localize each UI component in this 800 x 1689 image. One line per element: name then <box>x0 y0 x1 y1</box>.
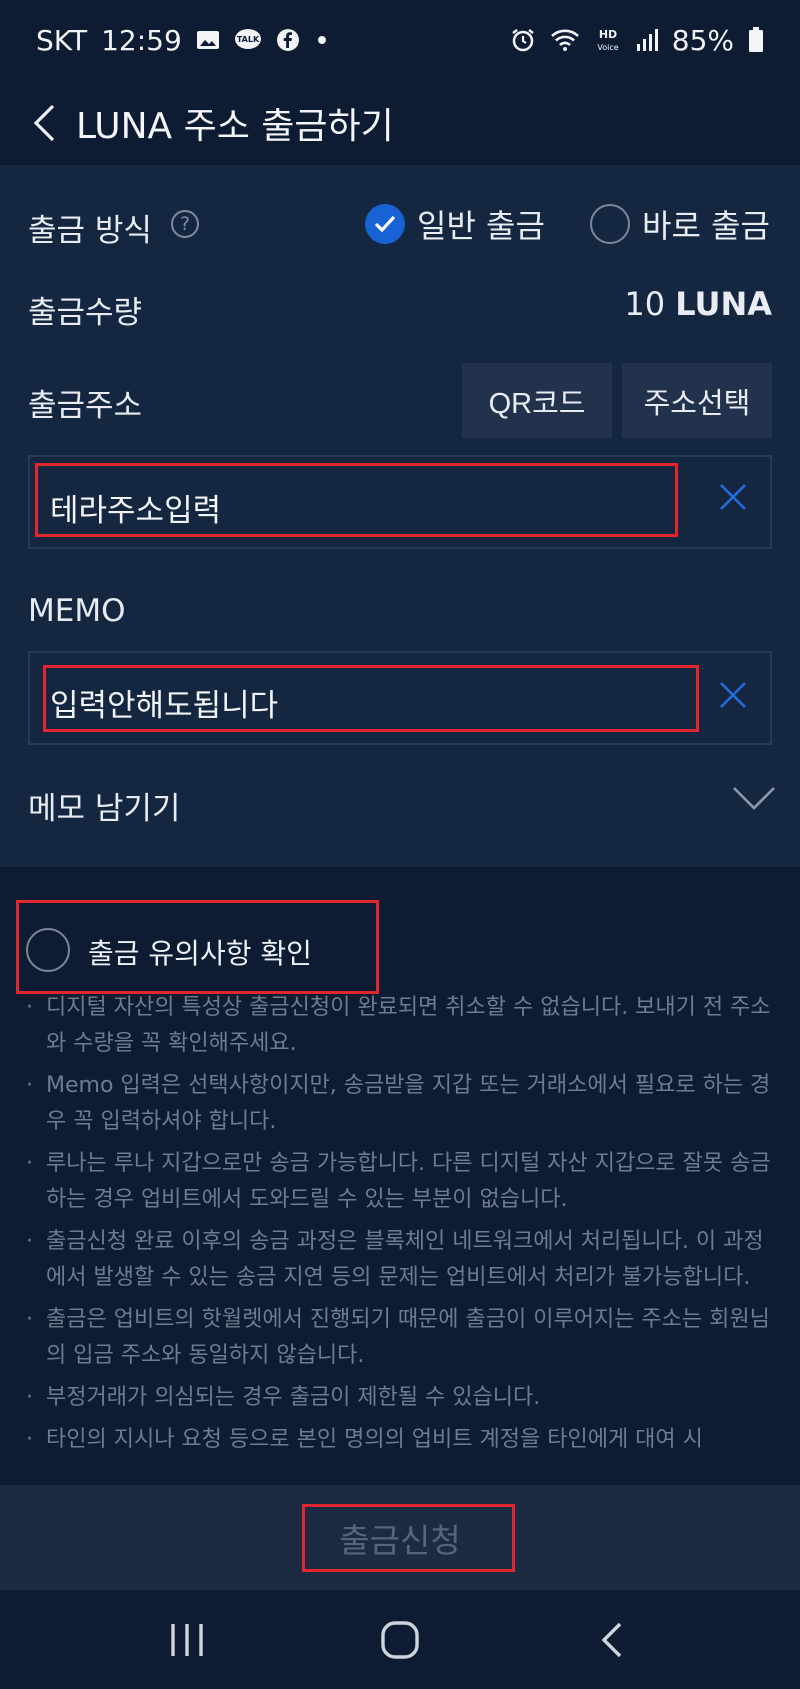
notice-item: 출금은 업비트의 핫월렛에서 진행되기 때문에 출금이 이루어지는 주소는 회원… <box>24 1302 776 1374</box>
back-icon <box>601 1622 622 1657</box>
clear-memo-icon[interactable] <box>718 680 758 720</box>
status-bar: SKT 12:59 TALK HD Voice 85% <box>0 0 800 80</box>
memo-label: MEMO <box>28 593 126 629</box>
chevron-left-icon <box>33 104 55 141</box>
radio-general-label: 일반 출금 <box>417 207 545 245</box>
radio-general-withdraw[interactable]: 일반 출금 <box>365 202 545 246</box>
page-header: LUNA 주소 출금하기 <box>0 80 800 165</box>
withdraw-method-label: 출금 방식 <box>28 213 152 249</box>
notice-item: Memo 입력은 선택사항이지만, 송금받을 지갑 또는 거래소에서 필요로 하… <box>24 1068 776 1140</box>
withdraw-amount-label: 출금수량 <box>28 295 143 331</box>
chevron-down-icon[interactable] <box>732 785 776 815</box>
confirm-notice-radio[interactable] <box>26 928 70 972</box>
qr-code-button[interactable]: QR코드 <box>462 363 612 438</box>
notice-item: 출금신청 완료 이후의 송금 과정은 블록체인 네트워크에서 처리됩니다. 이 … <box>24 1224 776 1296</box>
confirm-notice-label: 출금 유의사항 확인 <box>88 937 312 970</box>
address-input-value: 테라주소입력 <box>50 493 222 529</box>
amount-number: 10 <box>624 285 666 323</box>
carrier-label: SKT <box>36 23 88 57</box>
submit-bar: 출금신청 <box>0 1485 800 1590</box>
dot-icon <box>314 32 330 48</box>
withdraw-address-label: 출금주소 <box>28 388 143 424</box>
wifi-icon <box>550 28 580 52</box>
system-back-button[interactable] <box>573 1605 653 1675</box>
radio-instant-label: 바로 출금 <box>642 207 770 245</box>
recent-apps-button[interactable] <box>147 1605 227 1675</box>
recent-apps-icon <box>170 1623 203 1656</box>
radio-checked-icon <box>365 204 405 244</box>
notice-item: 부정거래가 의심되는 경우 출금이 제한될 수 있습니다. <box>24 1380 776 1416</box>
notice-item: 디지털 자산의 특성상 출금신청이 완료되면 취소할 수 없습니다. 보내기 전… <box>24 990 776 1062</box>
battery-icon <box>748 27 764 53</box>
select-address-button[interactable]: 주소선택 <box>622 363 772 438</box>
notice-item: 루나는 루나 지갑으로만 송금 가능합니다. 다른 디지털 자산 지갑으로 잘못… <box>24 1146 776 1218</box>
status-left: SKT 12:59 TALK <box>36 24 330 57</box>
help-icon[interactable]: ? <box>171 210 199 238</box>
withdraw-amount-value: 10 LUNA <box>624 285 772 323</box>
svg-text:HD: HD <box>599 28 617 41</box>
submit-withdraw-button[interactable]: 출금신청 <box>339 1514 460 1562</box>
notice-item: 타인의 지시나 요청 등으로 본인 명의의 업비트 계정을 타인에게 대여 시 <box>24 1422 776 1458</box>
clear-address-icon[interactable] <box>718 482 758 522</box>
radio-instant-withdraw[interactable]: 바로 출금 <box>590 202 770 246</box>
radio-empty-icon <box>590 204 630 244</box>
signal-icon <box>636 28 658 52</box>
hd-voice-icon: HD Voice <box>594 27 622 53</box>
svg-text:TALK: TALK <box>237 35 260 44</box>
system-nav-bar <box>0 1590 800 1689</box>
alarm-icon <box>510 27 536 53</box>
notice-list: 디지털 자산의 특성상 출금신청이 완료되면 취소할 수 없습니다. 보내기 전… <box>24 990 776 1464</box>
back-button[interactable] <box>24 93 64 153</box>
clock-label: 12:59 <box>101 23 182 57</box>
facebook-icon <box>276 28 300 52</box>
amount-unit: LUNA <box>675 285 772 323</box>
page-title: LUNA 주소 출금하기 <box>76 105 394 147</box>
status-right: HD Voice 85% <box>510 24 764 57</box>
battery-label: 85% <box>671 23 734 57</box>
home-icon <box>381 1620 419 1659</box>
memo-input-value: 입력안해도됩니다 <box>50 688 279 724</box>
leave-memo-label: 메모 남기기 <box>28 791 181 827</box>
gallery-icon <box>196 29 220 51</box>
kakaotalk-icon: TALK <box>234 28 262 52</box>
home-button[interactable] <box>360 1605 440 1675</box>
svg-text:Voice: Voice <box>597 43 618 52</box>
